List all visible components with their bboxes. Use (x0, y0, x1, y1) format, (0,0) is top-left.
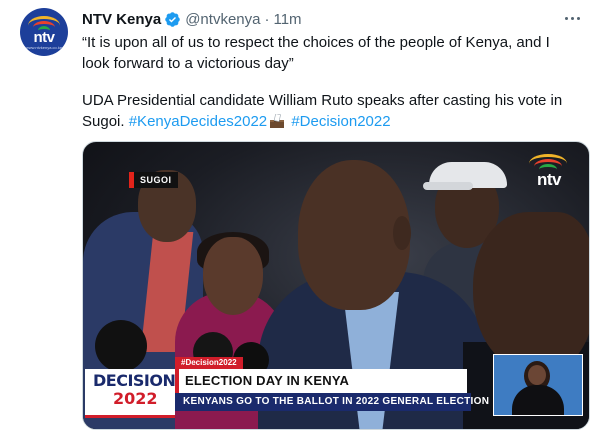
decision-year: 2022 (113, 389, 158, 408)
tweet-paragraph: UDA Presidential candidate William Ruto … (82, 90, 577, 132)
tweet-card[interactable]: ntv www.ntvkenya.co.ke NTV Kenya @ntvken… (0, 0, 597, 435)
hashtag-decision2022[interactable]: #Decision2022 (291, 113, 390, 130)
avatar-subtext: www.ntvkenya.co.ke (25, 45, 63, 50)
interpreter-body (512, 385, 564, 415)
tweet-body: “It is upon all of us to respect the cho… (82, 32, 577, 149)
lower-third-graphic: DECISION 2022 #Decision2022 ELECTION DAY… (83, 355, 489, 418)
header-separator: · (264, 10, 270, 28)
location-tag: SUGOI (129, 172, 178, 188)
more-options-icon[interactable] (560, 7, 584, 29)
white-cap-brim (423, 182, 473, 190)
verified-badge-icon (164, 11, 181, 28)
tweet-media-image[interactable]: SUGOI ntv DECISION 2022 #Decision2022 EL… (82, 141, 590, 430)
tweet-header: NTV Kenya @ntvkenya · 11m (82, 9, 302, 29)
subheadline-bar: KENYANS GO TO THE BALLOT IN 2022 GENERAL… (175, 393, 489, 411)
tweet-time[interactable]: 11m (273, 11, 301, 28)
headline-text: ELECTION DAY IN KENYA (185, 373, 350, 388)
ntv-bug-text: ntv (537, 170, 562, 189)
decision-logo: DECISION 2022 (85, 369, 176, 418)
hashtag-kenyadecides2022[interactable]: #KenyaDecides2022 (129, 113, 267, 130)
sign-language-interpreter-inset (493, 354, 583, 416)
hashtag-strap: #Decision2022 (175, 357, 243, 369)
ballot-box-icon (269, 113, 285, 128)
tweet-quote: “It is upon all of us to respect the cho… (82, 34, 550, 72)
headline-stripe (175, 369, 179, 393)
right-man-head (473, 212, 589, 372)
account-handle[interactable]: @ntvkenya (185, 11, 260, 28)
location-tag-text: SUGOI (134, 172, 178, 188)
decision-word: DECISION (93, 371, 176, 390)
headline-bar: ELECTION DAY IN KENYA (175, 369, 467, 393)
account-name[interactable]: NTV Kenya (82, 11, 161, 28)
avatar-logo: ntv (33, 29, 56, 46)
woman-head (203, 237, 263, 315)
avatar[interactable]: ntv www.ntvkenya.co.ke (20, 8, 68, 56)
speaker-ear (393, 216, 411, 250)
subheadline-text: KENYANS GO TO THE BALLOT IN 2022 GENERAL… (183, 396, 490, 407)
interpreter-face (528, 365, 546, 385)
ntv-logo-bug: ntv (519, 152, 579, 192)
